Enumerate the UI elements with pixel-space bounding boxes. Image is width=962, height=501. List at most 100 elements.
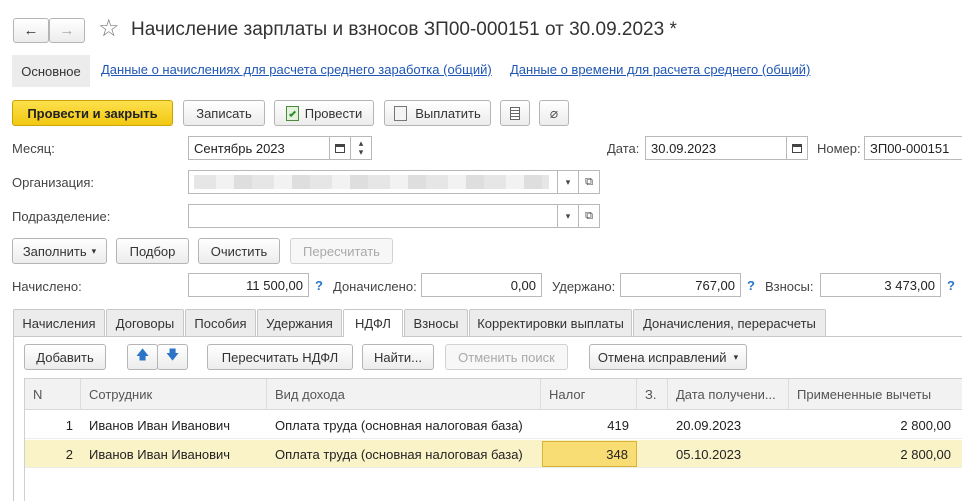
col-header-n[interactable]: N: [25, 379, 81, 410]
organization-redacted-value: [194, 175, 549, 189]
pay-button[interactable]: Выплатить: [384, 100, 491, 126]
tab-recalculations[interactable]: Доначисления, перерасчеты: [633, 309, 826, 336]
row-income-type[interactable]: Оплата труда (основная налоговая база): [267, 440, 541, 468]
month-calendar-button[interactable]: [329, 136, 351, 160]
select-button[interactable]: Подбор: [116, 238, 189, 264]
calendar-icon: [335, 143, 345, 153]
row-number: 2: [65, 446, 73, 462]
tab-contracts[interactable]: Договоры: [106, 309, 184, 336]
contributions-help-icon[interactable]: ?: [947, 278, 955, 293]
row-z[interactable]: [637, 411, 668, 439]
post-button-label: Провести: [304, 105, 363, 121]
tab-deductions[interactable]: Удержания: [257, 309, 342, 336]
post-and-close-button[interactable]: Провести и закрыть: [12, 100, 173, 126]
row-receipt-date[interactable]: 05.10.2023: [668, 440, 789, 468]
col-header-receipt-date[interactable]: Дата получени...: [668, 379, 789, 410]
date-input[interactable]: 30.09.2023: [645, 136, 787, 160]
withheld-label: Удержано:: [552, 279, 616, 294]
fill-button[interactable]: Заполнить ▾: [12, 238, 107, 264]
section-link-average-time[interactable]: Данные о времени для расчета среднего (о…: [510, 62, 810, 77]
section-main[interactable]: Основное: [12, 55, 90, 87]
date-calendar-button[interactable]: [786, 136, 808, 160]
fill-button-label: Заполнить: [22, 243, 87, 259]
cancel-search-button[interactable]: Отменить поиск: [445, 344, 568, 370]
number-label: Номер:: [817, 141, 861, 156]
list-view-button[interactable]: [500, 100, 530, 126]
forward-button[interactable]: →: [49, 18, 85, 43]
post-doc-icon: [285, 105, 299, 121]
window-title: Начисление зарплаты и взносов ЗП00-00015…: [131, 19, 677, 40]
spin-down-icon: ▾: [358, 147, 364, 157]
save-button[interactable]: Записать: [183, 100, 265, 126]
month-spinner[interactable]: ▴ ▾: [350, 136, 372, 160]
accrued-value: 11 500,00: [188, 273, 309, 297]
row-employee[interactable]: Иванов Иван Иванович: [81, 440, 267, 468]
add-button[interactable]: Добавить: [24, 344, 106, 370]
col-header-z[interactable]: З.: [637, 379, 668, 410]
row-employee[interactable]: Иванов Иван Иванович: [81, 411, 267, 439]
organization-label: Организация:: [12, 175, 95, 190]
month-input[interactable]: Сентябрь 2023: [188, 136, 330, 160]
tab-benefits[interactable]: Пособия: [185, 309, 256, 336]
withheld-help-icon[interactable]: ?: [747, 278, 755, 293]
paperclip-icon: ⌀: [549, 104, 559, 121]
organization-input[interactable]: [188, 170, 558, 194]
extra-accrued-value: 0,00: [421, 273, 542, 297]
tab-payment-corrections[interactable]: Корректировки выплаты: [469, 309, 632, 336]
row-deductions[interactable]: 2 800,00: [789, 440, 959, 468]
back-button[interactable]: ←: [13, 18, 49, 43]
find-button[interactable]: Найти...: [362, 344, 434, 370]
pay-button-label: Выплатить: [415, 105, 481, 121]
contributions-label: Взносы:: [765, 279, 814, 294]
row-tax-active-cell[interactable]: 348: [542, 441, 637, 467]
attach-button[interactable]: ⌀: [539, 100, 569, 126]
col-header-tax[interactable]: Налог: [541, 379, 637, 410]
col-header-income-type[interactable]: Вид дохода: [267, 379, 541, 410]
accrued-label: Начислено:: [12, 279, 82, 294]
chevron-down-icon: ▾: [91, 245, 97, 256]
extra-accrued-label: Доначислено:: [333, 279, 417, 294]
section-link-average-earnings[interactable]: Данные о начислениях для расчета среднег…: [101, 62, 492, 77]
organization-dropdown-button[interactable]: ▾: [557, 170, 579, 194]
move-up-button[interactable]: 🡅: [127, 344, 158, 370]
open-form-icon: ⧉: [585, 175, 593, 188]
arrow-down-icon: 🡇: [165, 347, 180, 362]
recalculate-ndfl-button[interactable]: Пересчитать НДФЛ: [207, 344, 353, 370]
cancel-corrections-button[interactable]: Отмена исправлений ▾: [589, 344, 747, 370]
organization-open-button[interactable]: ⧉: [578, 170, 600, 194]
chevron-down-icon: ▾: [565, 210, 571, 221]
favorite-star-icon[interactable]: ☆: [98, 14, 120, 43]
open-form-icon: ⧉: [585, 209, 593, 222]
arrow-up-icon: 🡅: [135, 347, 150, 362]
post-button[interactable]: Провести: [274, 100, 374, 126]
month-label: Месяц:: [12, 141, 55, 156]
tab-accruals[interactable]: Начисления: [13, 309, 105, 336]
move-down-button[interactable]: 🡇: [157, 344, 188, 370]
pay-doc-icon: [394, 105, 408, 121]
chevron-down-icon: ▾: [565, 176, 571, 187]
row-income-type[interactable]: Оплата труда (основная налоговая база): [267, 411, 541, 439]
row-receipt-date[interactable]: 20.09.2023: [668, 411, 789, 439]
department-input[interactable]: [188, 204, 558, 228]
tab-contributions[interactable]: Взносы: [404, 309, 468, 336]
accrued-help-icon[interactable]: ?: [315, 278, 323, 293]
row-z[interactable]: [637, 440, 668, 468]
department-open-button[interactable]: ⧉: [578, 204, 600, 228]
department-dropdown-button[interactable]: ▾: [557, 204, 579, 228]
recalculate-button[interactable]: Пересчитать: [290, 238, 393, 264]
withheld-value: 767,00: [620, 273, 741, 297]
arrow-right-icon: →: [59, 22, 75, 39]
clear-button[interactable]: Очистить: [198, 238, 280, 264]
arrow-left-icon: ←: [23, 22, 39, 39]
tab-ndfl[interactable]: НДФЛ: [343, 309, 403, 337]
col-header-deductions[interactable]: Примененные вычеты: [789, 379, 962, 410]
number-input[interactable]: ЗП00-000151: [864, 136, 962, 160]
list-icon: [510, 106, 520, 120]
date-label: Дата:: [607, 141, 640, 156]
row-deductions[interactable]: 2 800,00: [789, 411, 959, 439]
contributions-value: 3 473,00: [820, 273, 941, 297]
row-number: 1: [65, 417, 73, 433]
row-tax[interactable]: 419: [541, 411, 637, 439]
chevron-down-icon: ▾: [733, 351, 739, 362]
col-header-employee[interactable]: Сотрудник: [81, 379, 267, 410]
